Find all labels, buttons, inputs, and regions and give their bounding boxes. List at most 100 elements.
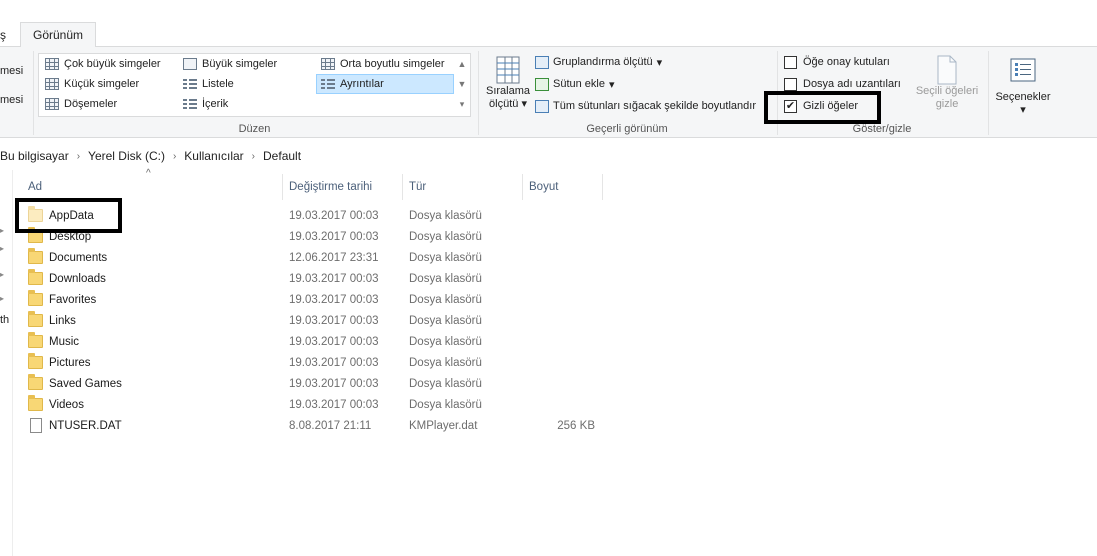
file-name: AppData [49, 209, 94, 222]
folder-icon [28, 311, 43, 327]
file-row[interactable]: Saved Games 19.03.2017 00:03 Dosya klasö… [16, 373, 616, 394]
layout-tiles[interactable]: Döşemeler [41, 95, 121, 113]
add-column-icon [535, 77, 549, 91]
file-name-cell: NTUSER.DAT [28, 415, 122, 436]
file-size [529, 373, 595, 394]
layout-list[interactable]: Listele [179, 75, 238, 93]
gallery-expand-icon[interactable]: ▾ [456, 95, 468, 113]
file-row[interactable]: Desktop 19.03.2017 00:03 Dosya klasörü [16, 226, 616, 247]
file-row[interactable]: Videos 19.03.2017 00:03 Dosya klasörü [16, 394, 616, 415]
column-header-date[interactable]: Değiştirme tarihi [283, 174, 402, 200]
file-type: Dosya klasörü [409, 293, 482, 306]
file-name: Documents [49, 251, 108, 264]
large-icons-icon [183, 58, 197, 70]
sort-by-label-1: Sıralama [485, 85, 531, 97]
expand-arrow-icon[interactable]: ▸ [0, 270, 6, 279]
item-checkboxes-toggle[interactable]: Öğe onay kutuları [784, 53, 890, 71]
group-separator [988, 51, 989, 135]
pane-button-partial-2[interactable]: mesi [0, 94, 23, 106]
add-column-button[interactable]: Sütun ekle ▾ [535, 75, 615, 93]
breadcrumb-users[interactable]: Kullanıcılar [184, 149, 243, 163]
file-size [529, 226, 595, 247]
breadcrumb-local-disk[interactable]: Yerel Disk (C:) [88, 149, 165, 163]
file-date: 19.03.2017 00:03 [289, 335, 379, 348]
layout-extra-large-icons[interactable]: Çok büyük simgeler [41, 55, 165, 73]
group-by-label: Gruplandırma ölçütü [553, 56, 653, 68]
file-date: 19.03.2017 00:03 [289, 293, 379, 306]
gallery-scroll-down-icon[interactable]: ▼ [456, 75, 468, 93]
pane-divider[interactable] [12, 170, 13, 556]
layout-item-label: Küçük simgeler [64, 78, 140, 90]
file-name: NTUSER.DAT [49, 419, 122, 432]
chevron-right-icon[interactable]: › [173, 151, 176, 162]
layout-large-icons[interactable]: Büyük simgeler [179, 55, 281, 73]
file-row[interactable]: Downloads 19.03.2017 00:03 Dosya klasörü [16, 268, 616, 289]
file-name: Favorites [49, 293, 97, 306]
file-size [529, 352, 595, 373]
file-type: Dosya klasörü [409, 377, 482, 390]
gallery-scroll-up-icon[interactable]: ▲ [456, 55, 468, 73]
layout-small-icons[interactable]: Küçük simgeler [41, 75, 143, 93]
file-row[interactable]: Documents 12.06.2017 23:31 Dosya klasörü [16, 247, 616, 268]
file-name: Music [49, 335, 80, 348]
expand-arrow-icon[interactable]: ▸ [0, 244, 6, 253]
chevron-down-icon: ▾ [608, 78, 615, 91]
column-separator[interactable] [602, 174, 603, 200]
file-size: 256 KB [557, 419, 595, 432]
hidden-items-checkbox[interactable]: ✔ [784, 99, 797, 113]
hidden-folder-icon [28, 206, 43, 222]
list-icon [183, 78, 197, 90]
file-size [529, 247, 595, 268]
file-row[interactable]: AppData 19.03.2017 00:03 Dosya klasörü [16, 205, 616, 226]
column-header-type[interactable]: Tür [403, 174, 522, 200]
layout-medium-icons[interactable]: Orta boyutlu simgeler [317, 55, 449, 73]
expand-arrow-icon[interactable]: ▸ [0, 294, 6, 303]
pane-button-partial-1[interactable]: mesi [0, 65, 23, 77]
file-name-cell: Desktop [28, 226, 91, 247]
file-row[interactable]: Links 19.03.2017 00:03 Dosya klasörü [16, 310, 616, 331]
column-header-size[interactable]: Boyut [523, 174, 602, 200]
file-name: Desktop [49, 230, 92, 243]
layout-content[interactable]: İçerik [179, 95, 232, 113]
chevron-right-icon[interactable]: › [252, 151, 255, 162]
column-header-name[interactable]: Ad [22, 174, 282, 200]
nav-item-partial[interactable]: th [0, 314, 9, 326]
hide-selected-label-1: Seçili öğeleri [915, 85, 979, 97]
layout-details[interactable]: Ayrıntılar [316, 74, 454, 94]
file-name-cell: Saved Games [28, 373, 122, 394]
file-name-cell: Music [28, 331, 79, 352]
breadcrumb-default[interactable]: Default [263, 149, 301, 163]
checkbox-label: Gizli öğeler [803, 100, 859, 112]
layout-item-label: İçerik [202, 98, 229, 110]
file-row[interactable]: NTUSER.DAT 8.08.2017 21:11 KMPlayer.dat … [16, 415, 616, 436]
content-icon [183, 98, 197, 110]
file-row[interactable]: Pictures 19.03.2017 00:03 Dosya klasörü [16, 352, 616, 373]
file-extensions-toggle[interactable]: Dosya adı uzantıları [784, 75, 901, 93]
tab-partial[interactable]: ş [0, 28, 6, 42]
expand-arrow-icon[interactable]: ▸ [0, 226, 6, 235]
file-date: 12.06.2017 23:31 [289, 251, 379, 264]
folder-icon [28, 374, 43, 390]
group-by-button[interactable]: Gruplandırma ölçütü ▾ [535, 53, 662, 71]
layout-item-label: Ayrıntılar [340, 78, 384, 90]
checkbox-label: Dosya adı uzantıları [803, 78, 901, 90]
hidden-items-toggle[interactable]: ✔ Gizli öğeler [784, 97, 858, 115]
folder-icon [28, 290, 43, 306]
options-button[interactable]: Seçenekler ▾ [992, 57, 1054, 117]
layout-gallery: Çok büyük simgeler Küçük simgeler Döşeme… [38, 53, 471, 117]
file-name-cell: Documents [28, 247, 107, 268]
chevron-right-icon[interactable]: › [77, 151, 80, 162]
sort-by-button[interactable]: Sıralama ölçütü ▾ [485, 55, 531, 111]
hide-selected-button[interactable]: Seçili öğeleri gizle [910, 55, 984, 111]
file-extensions-checkbox[interactable] [784, 77, 797, 91]
fit-columns-button[interactable]: Tüm sütunları sığacak şekilde boyutlandı… [535, 97, 756, 115]
file-name: Links [49, 314, 76, 327]
folder-icon [28, 227, 43, 243]
file-name: Saved Games [49, 377, 122, 390]
file-row[interactable]: Favorites 19.03.2017 00:03 Dosya klasörü [16, 289, 616, 310]
file-date: 19.03.2017 00:03 [289, 377, 379, 390]
breadcrumb-this-pc[interactable]: Bu bilgisayar [0, 149, 69, 163]
file-row[interactable]: Music 19.03.2017 00:03 Dosya klasörü [16, 331, 616, 352]
item-checkboxes-checkbox[interactable] [784, 55, 797, 69]
tab-view[interactable]: Görünüm [20, 22, 96, 47]
